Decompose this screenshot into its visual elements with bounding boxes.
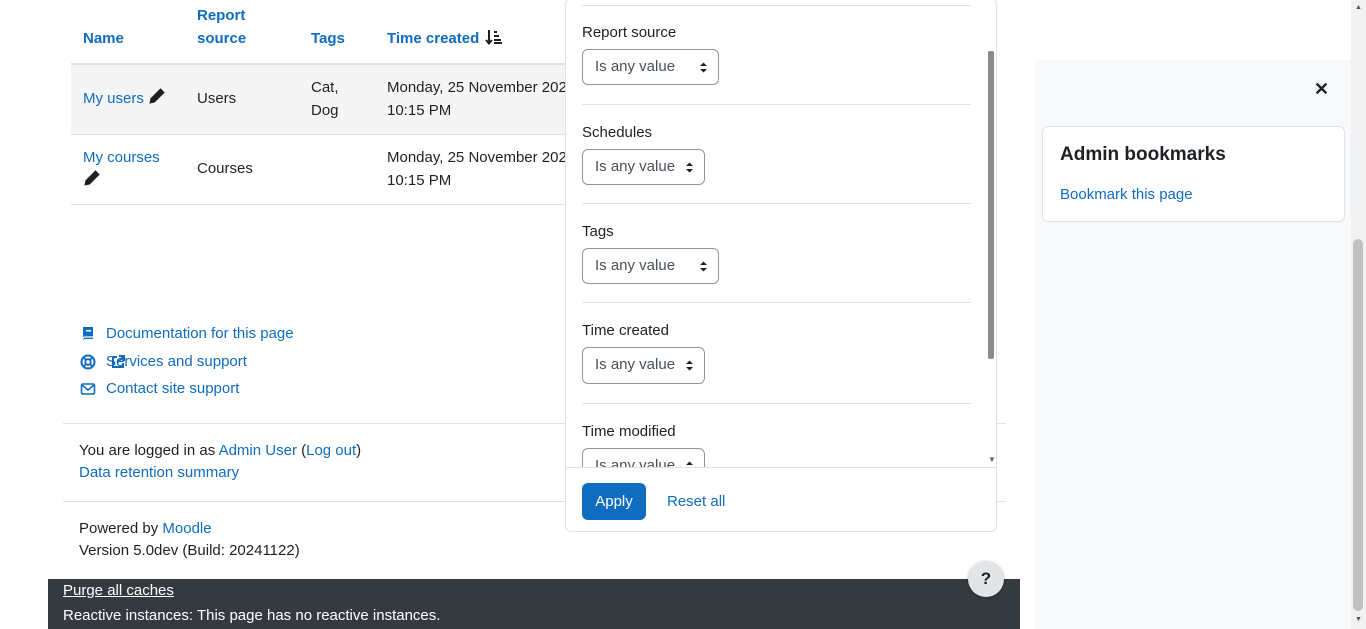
column-header-report-source[interactable]: Report source <box>197 4 246 50</box>
reactive-instances-text: Reactive instances: This page has no rea… <box>63 607 441 624</box>
time-created-date: Monday, 25 November 202 <box>387 149 567 166</box>
time-created-date: Monday, 25 November 202 <box>387 79 567 96</box>
filters-popover: Report source Is any value Schedules Is … <box>565 0 997 532</box>
version-text: Version 5.0dev (Build: 20241122) <box>79 542 300 559</box>
powered-by: Powered by Moodle Version 5.0dev (Build:… <box>79 518 300 562</box>
powered-by-text: Powered by <box>79 520 163 537</box>
filter-select-value: Is any value <box>595 58 676 75</box>
filter-label: Schedules <box>582 124 653 141</box>
filter-select-value: Is any value <box>595 257 676 274</box>
bookmark-this-page-link[interactable]: Bookmark this page <box>1060 184 1193 206</box>
filter-label: Report source <box>582 24 677 41</box>
filter-divider <box>582 104 971 105</box>
life-ring-icon <box>80 354 96 370</box>
close-paren: ) <box>356 442 362 459</box>
services-support-label: Services and support <box>106 351 247 373</box>
data-retention-link[interactable]: Data retention summary <box>79 464 239 481</box>
help-button[interactable]: ? <box>968 561 1004 597</box>
book-icon <box>82 327 93 341</box>
column-header-report-source-line1: Report <box>197 7 246 24</box>
sort-descending-icon <box>485 30 503 46</box>
filter-select[interactable]: Is any value <box>582 448 705 467</box>
pencil-icon[interactable] <box>148 87 166 105</box>
filter-label: Tags <box>582 223 614 240</box>
open-paren: ( <box>296 442 307 459</box>
column-header-name[interactable]: Name <box>83 27 124 50</box>
filter-actions: Apply Reset all <box>566 467 996 531</box>
block-drawer: ✕ Admin bookmarks Bookmark this page <box>1035 60 1351 629</box>
external-link-icon <box>112 355 125 368</box>
filter-report-source: Report source Is any value <box>582 22 970 92</box>
pencil-icon[interactable] <box>83 169 101 187</box>
column-header-tags[interactable]: Tags <box>311 27 345 50</box>
select-caret-icon <box>700 261 707 272</box>
time-created-time: 10:15 PM <box>387 102 452 119</box>
filter-divider <box>582 5 971 6</box>
select-caret-icon <box>686 461 693 465</box>
report-source: Users <box>197 90 237 107</box>
filter-select-value: Is any value <box>595 158 676 175</box>
moodle-link[interactable]: Moodle <box>162 520 211 537</box>
close-icon[interactable]: ✕ <box>1314 79 1329 99</box>
column-header-report-source-line2: source <box>197 30 247 47</box>
filter-label: Time modified <box>582 423 676 440</box>
filters-scrollbar-thumb[interactable] <box>988 51 994 359</box>
report-tag: Cat, <box>311 79 339 96</box>
filter-time-modified: Time modified Is any value <box>582 421 970 467</box>
filter-select-value: Is any value <box>595 356 676 373</box>
documentation-link-label: Documentation for this page <box>106 325 294 342</box>
purge-caches-link[interactable]: Purge all caches <box>63 580 174 602</box>
report-source: Courses <box>197 160 253 177</box>
page-scrollbar[interactable]: ▲ ▼ <box>1351 0 1366 629</box>
filter-select[interactable]: Is any value <box>582 149 705 185</box>
reset-all-link[interactable]: Reset all <box>667 491 725 513</box>
report-name-link[interactable]: My users <box>83 90 144 107</box>
time-created-time: 10:15 PM <box>387 172 452 189</box>
profile-link[interactable]: Admin User <box>219 442 297 459</box>
report-name-link[interactable]: My courses <box>83 149 160 166</box>
filter-divider <box>582 403 971 404</box>
report-tag: Dog <box>311 102 339 119</box>
table-row: My courses Courses Monday, 25 November 2… <box>71 135 591 205</box>
scroll-down-arrow-icon[interactable]: ▼ <box>988 455 996 464</box>
filter-schedules: Schedules Is any value <box>582 122 970 192</box>
filter-select[interactable]: Is any value <box>582 248 719 284</box>
filter-label: Time created <box>582 322 669 339</box>
admin-bookmarks-block: Admin bookmarks Bookmark this page <box>1042 126 1345 222</box>
table-row: My users Users Cat, Dog Monday, 25 Novem… <box>71 65 591 135</box>
block-title: Admin bookmarks <box>1060 144 1226 165</box>
filter-divider <box>582 203 971 204</box>
page-scrollbar-thumb[interactable] <box>1353 239 1363 611</box>
filter-tags: Tags Is any value <box>582 221 970 291</box>
login-info: You are logged in as Admin User (Log out… <box>79 440 361 484</box>
filter-select-value: Is any value <box>595 457 676 467</box>
column-header-time-created[interactable]: Time created <box>387 27 503 50</box>
scroll-up-arrow-icon[interactable]: ▲ <box>1355 4 1362 11</box>
filters-list[interactable]: Report source Is any value Schedules Is … <box>566 0 996 467</box>
filter-time-created: Time created Is any value <box>582 320 970 390</box>
contact-support-label: Contact site support <box>106 380 240 397</box>
apply-button[interactable]: Apply <box>582 483 646 520</box>
select-caret-icon <box>686 360 693 371</box>
select-caret-icon <box>686 162 693 173</box>
scroll-down-arrow-icon[interactable]: ▼ <box>1355 616 1362 623</box>
logout-link[interactable]: Log out <box>306 442 356 459</box>
logged-in-text: You are logged in as <box>79 442 219 459</box>
filter-select[interactable]: Is any value <box>582 347 705 384</box>
envelope-icon <box>80 383 96 395</box>
filter-select[interactable]: Is any value <box>582 49 719 85</box>
developer-footer: Purge all caches Reactive instances: Thi… <box>48 579 1020 629</box>
select-caret-icon <box>700 62 707 73</box>
column-header-time-created-label: Time created <box>387 30 480 47</box>
filter-divider <box>582 302 971 303</box>
table-header: Name Report source Tags Time created <box>71 0 591 65</box>
services-support-text: Services and support <box>106 353 247 370</box>
